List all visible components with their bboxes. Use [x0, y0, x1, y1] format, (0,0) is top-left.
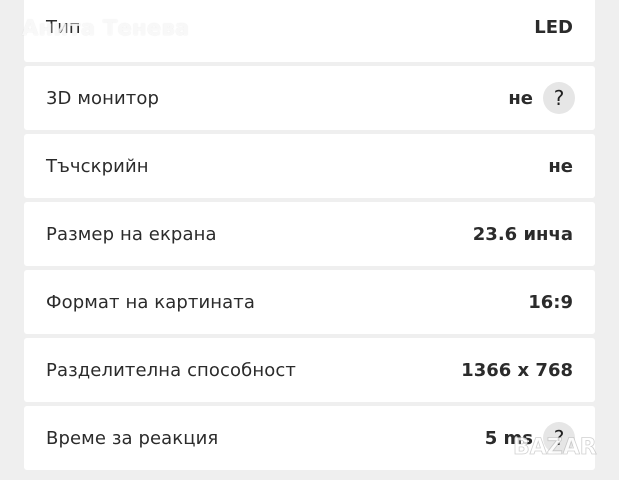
- spec-value-wrap: не ?: [508, 82, 575, 114]
- spec-value: 1366 x 768: [461, 359, 573, 381]
- spec-value: не: [548, 155, 573, 177]
- spec-label: Разделителна способност: [46, 359, 296, 381]
- spec-value: LED: [534, 16, 573, 38]
- spec-row-resolution: Разделителна способност 1366 x 768: [24, 338, 595, 402]
- spec-row-response-time: Време за реакция 5 ms ?: [24, 406, 595, 470]
- spec-row-type: Тип LED: [24, 0, 595, 62]
- spec-value-wrap: не: [548, 156, 573, 177]
- spec-list: Тип LED 3D монитор не ? Тъчскрийн не Раз…: [24, 0, 595, 474]
- spec-row-3d-monitor: 3D монитор не ?: [24, 66, 595, 130]
- spec-label: Тъчскрийн: [46, 155, 149, 177]
- spec-value: 5 ms: [484, 427, 533, 449]
- spec-row-screen-size: Размер на екрана 23.6 инча: [24, 202, 595, 266]
- spec-label: Време за реакция: [46, 427, 219, 449]
- question-mark-icon[interactable]: ?: [543, 82, 575, 114]
- spec-label: Тип: [46, 16, 81, 38]
- spec-value-wrap: 16:9: [528, 292, 573, 313]
- spec-row-touchscreen: Тъчскрийн не: [24, 134, 595, 198]
- spec-value-wrap: 1366 x 768: [461, 360, 573, 381]
- spec-value: 23.6 инча: [472, 223, 573, 245]
- spec-label: 3D монитор: [46, 87, 160, 109]
- spec-label: Формат на картината: [46, 291, 255, 313]
- spec-value-wrap: LED: [534, 17, 573, 38]
- spec-label: Размер на екрана: [46, 223, 217, 245]
- product-specs-page: Тип LED 3D монитор не ? Тъчскрийн не Раз…: [0, 0, 619, 480]
- spec-value: не: [508, 87, 533, 109]
- question-mark-icon[interactable]: ?: [543, 422, 575, 454]
- spec-value: 16:9: [528, 291, 573, 313]
- spec-value-wrap: 23.6 инча: [473, 224, 573, 245]
- spec-row-aspect-ratio: Формат на картината 16:9: [24, 270, 595, 334]
- spec-value-wrap: 5 ms ?: [484, 422, 575, 454]
